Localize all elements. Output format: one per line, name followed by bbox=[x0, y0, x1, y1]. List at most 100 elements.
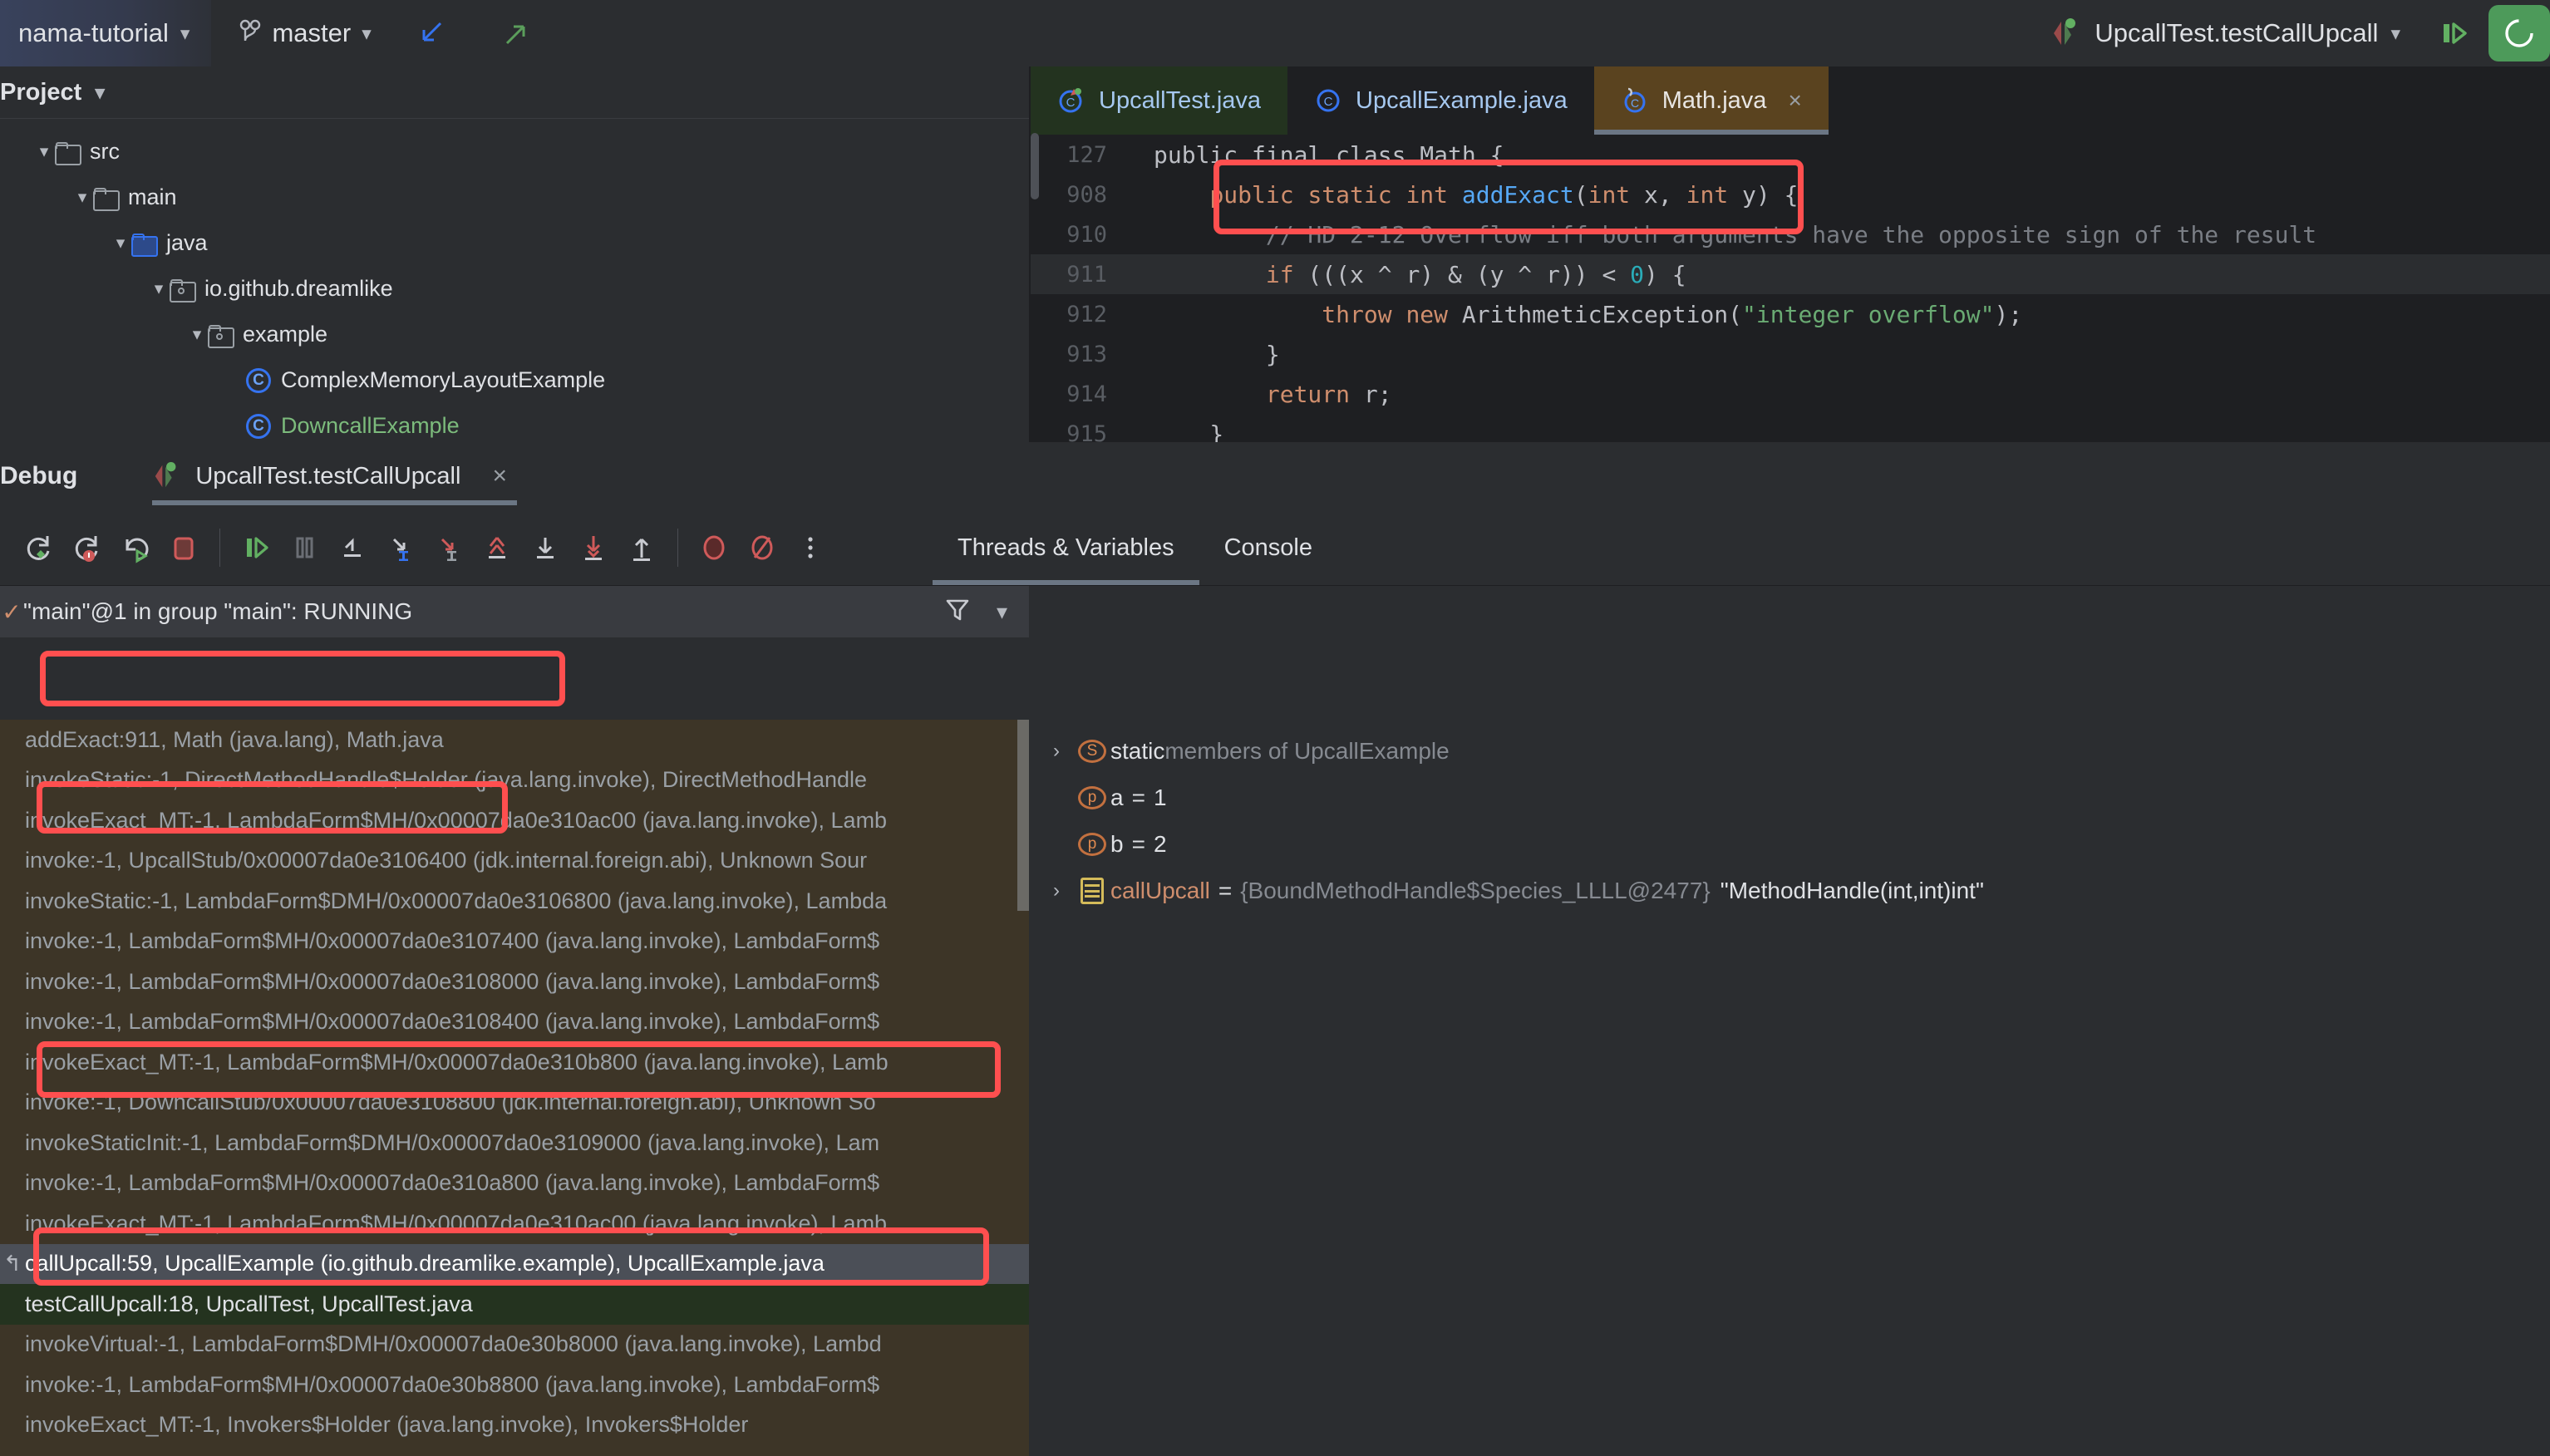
project-panel-header[interactable]: Project ▾ bbox=[0, 66, 1029, 118]
debug-session-tab[interactable]: UpcallTest.testCallUpcall × bbox=[142, 442, 517, 510]
frame-row[interactable]: invoke:-1, LambdaForm$MH/0x00007da0e3107… bbox=[0, 922, 1029, 962]
line-number: 912 bbox=[1031, 302, 1130, 327]
pause-program-icon[interactable] bbox=[280, 524, 328, 572]
chevron-down-icon[interactable]: ▾ bbox=[997, 601, 1007, 622]
panel-splitter[interactable] bbox=[1029, 720, 1039, 1456]
frame-row[interactable]: invoke:-1, LambdaForm$MH/0x00007da0e3108… bbox=[0, 962, 1029, 1002]
frame-row[interactable]: invoke:-1, LambdaForm$MH/0x00007da0e30b8… bbox=[0, 1365, 1029, 1405]
close-icon[interactable]: × bbox=[1788, 87, 1801, 114]
step-out-icon[interactable] bbox=[521, 524, 569, 572]
project-tool-window: Project ▾ ▾ src ▾ main ▾ java ▾ bbox=[0, 66, 1029, 442]
show-execution-point-icon[interactable] bbox=[328, 524, 377, 572]
drop-frame-icon[interactable] bbox=[569, 524, 618, 572]
rerun-icon[interactable] bbox=[15, 524, 63, 572]
tree-item-example[interactable]: ▾ example bbox=[0, 312, 1029, 357]
editor-scrollbar[interactable] bbox=[1031, 133, 1039, 199]
tab-upcalltest-java[interactable]: C UpcallTest.java bbox=[1031, 66, 1287, 135]
variable-name: callUpcall bbox=[1110, 878, 1210, 904]
svg-text:C: C bbox=[1631, 96, 1639, 110]
tab-upcallexample-java[interactable]: C UpcallExample.java bbox=[1287, 66, 1594, 135]
run-config-name: UpcallTest.testCallUpcall bbox=[2095, 18, 2378, 48]
project-selector[interactable]: nama-tutorial ▾ bbox=[0, 0, 211, 66]
step-over-icon[interactable] bbox=[377, 524, 425, 572]
chevron-down-icon[interactable]: ▾ bbox=[110, 233, 131, 253]
variable-row-callupcall[interactable]: › callUpcall = {BoundMethodHandle$Specie… bbox=[1039, 868, 2550, 914]
force-step-into-icon[interactable] bbox=[473, 524, 521, 572]
tree-item-label: io.github.dreamlike bbox=[204, 276, 393, 302]
chevron-down-icon[interactable]: ▾ bbox=[186, 324, 208, 345]
branch-selector[interactable]: master ▾ bbox=[239, 18, 371, 48]
view-breakpoints-icon[interactable] bbox=[690, 524, 738, 572]
run-icon[interactable] bbox=[2488, 5, 2550, 61]
tab-label: UpcallTest.java bbox=[1099, 87, 1261, 115]
tree-item-io-github-dreamlike[interactable]: ▾ io.github.dreamlike bbox=[0, 266, 1029, 312]
tab-console[interactable]: Console bbox=[1199, 510, 1337, 585]
tree-item-main[interactable]: ▾ main bbox=[0, 175, 1029, 220]
run-configuration-selector[interactable]: UpcallTest.testCallUpcall ▾ bbox=[2032, 17, 2419, 50]
frame-row[interactable]: invokeStatic:-1, LambdaForm$DMH/0x00007d… bbox=[0, 881, 1029, 922]
stop-icon[interactable] bbox=[160, 524, 208, 572]
thread-selector[interactable]: ✓ "main"@1 in group "main": RUNNING ▾ bbox=[0, 586, 1029, 637]
java-test-class-icon: C bbox=[1057, 86, 1085, 115]
chevron-down-icon[interactable]: ▾ bbox=[33, 141, 55, 162]
frame-row-selected[interactable]: ↰ callUpcall:59, UpcallExample (io.githu… bbox=[0, 1244, 1029, 1285]
resume-from-icon[interactable] bbox=[111, 524, 160, 572]
git-push-icon[interactable] bbox=[486, 19, 548, 47]
step-into-icon[interactable] bbox=[425, 524, 473, 572]
frame-row[interactable]: invokeVirtual:-1, LambdaForm$DMH/0x00007… bbox=[0, 1325, 1029, 1365]
chevron-down-icon[interactable]: ▾ bbox=[71, 187, 93, 208]
frame-label: invoke:-1, UpcallStub/0x00007da0e3106400… bbox=[25, 848, 867, 873]
frames-scrollbar[interactable] bbox=[1017, 720, 1029, 911]
chevron-right-icon[interactable]: › bbox=[1039, 740, 1074, 763]
debug-session-name: UpcallTest.testCallUpcall bbox=[195, 463, 460, 490]
frame-row[interactable]: invoke:-1, LambdaForm$MH/0x00007da0e310a… bbox=[0, 1163, 1029, 1204]
project-panel-title: Project bbox=[0, 79, 81, 106]
tree-item-java[interactable]: ▾ java bbox=[0, 220, 1029, 266]
more-options-icon[interactable] bbox=[786, 524, 834, 572]
frame-row[interactable]: invoke:-1, DowncallStub/0x00007da0e31088… bbox=[0, 1083, 1029, 1124]
tree-item-complexmemorylayoutexample[interactable]: C ComplexMemoryLayoutExample bbox=[0, 357, 1029, 403]
call-stack-frames[interactable]: addExact:911, Math (java.lang), Math.jav… bbox=[0, 720, 1029, 1456]
resume-program-icon[interactable] bbox=[232, 524, 280, 572]
frame-label: invokeExact_MT:-1, LambdaForm$MH/0x00007… bbox=[25, 808, 887, 834]
run-to-cursor-icon[interactable] bbox=[618, 524, 666, 572]
variable-row-a[interactable]: p a = 1 bbox=[1039, 775, 2550, 821]
variable-row-b[interactable]: p b = 2 bbox=[1039, 821, 2550, 868]
code-line-current: 911 if (((x ^ r) & (y ^ r)) < 0) { bbox=[1031, 254, 2550, 294]
frame-row[interactable]: invokeExact_MT:-1, Invokers$Holder (java… bbox=[0, 1405, 1029, 1446]
variable-row-static[interactable]: › S static members of UpcallExample bbox=[1039, 728, 2550, 775]
frame-row[interactable]: testCallUpcall:18, UpcallTest, UpcallTes… bbox=[0, 1284, 1029, 1325]
variable-value: 2 bbox=[1154, 831, 1167, 858]
frame-row[interactable]: invoke:-1, LambdaForm$MH/0x00007da0e3108… bbox=[0, 1002, 1029, 1043]
code-viewer[interactable]: 127 public final class Math { 908 public… bbox=[1031, 135, 2550, 442]
resume-program-icon[interactable] bbox=[2419, 15, 2488, 52]
line-number: 914 bbox=[1031, 381, 1130, 407]
frame-row[interactable]: invokeStatic:-1, DirectMethodHandle$Hold… bbox=[0, 760, 1029, 801]
chevron-down-icon[interactable]: ▾ bbox=[95, 83, 105, 102]
equals-sign: = bbox=[1210, 878, 1240, 904]
frame-row[interactable]: invokeExact_MT:-1, LambdaForm$MH/0x00007… bbox=[0, 1203, 1029, 1244]
tree-item-src[interactable]: ▾ src bbox=[0, 129, 1029, 175]
git-pull-icon[interactable] bbox=[400, 19, 461, 47]
filter-icon[interactable] bbox=[943, 596, 972, 628]
tab-math-java[interactable]: C Math.java × bbox=[1594, 66, 1829, 135]
mute-breakpoints-icon[interactable] bbox=[738, 524, 786, 572]
frame-row[interactable]: invokeExact_MT:-1, LambdaForm$MH/0x00007… bbox=[0, 1042, 1029, 1083]
frame-label: invokeVirtual:-1, LambdaForm$DMH/0x00007… bbox=[25, 1331, 882, 1357]
close-icon[interactable]: × bbox=[492, 462, 507, 490]
frame-row[interactable]: invoke:-1, UpcallStub/0x00007da0e3106400… bbox=[0, 841, 1029, 882]
variables-panel[interactable]: › S static members of UpcallExample p a … bbox=[1039, 720, 2550, 1456]
line-number: 127 bbox=[1031, 142, 1130, 168]
main-toolbar: nama-tutorial ▾ master ▾ bbox=[0, 0, 2550, 66]
frame-label: addExact:911, Math (java.lang), Math.jav… bbox=[25, 727, 444, 753]
frame-row[interactable]: invokeStaticInit:-1, LambdaForm$DMH/0x00… bbox=[0, 1123, 1029, 1163]
chevron-right-icon[interactable]: › bbox=[1039, 879, 1074, 903]
frame-row[interactable]: addExact:911, Math (java.lang), Math.jav… bbox=[0, 720, 1029, 760]
static-members-icon: S bbox=[1074, 740, 1110, 763]
tab-threads-and-variables[interactable]: Threads & Variables bbox=[933, 510, 1199, 585]
chevron-down-icon[interactable]: ▾ bbox=[148, 278, 170, 299]
variable-value-string: "MethodHandle(int,int)int" bbox=[1711, 878, 1984, 904]
frame-row[interactable]: invokeExact_MT:-1, LambdaForm$MH/0x00007… bbox=[0, 800, 1029, 841]
tree-item-label: main bbox=[128, 184, 177, 210]
rerun-failed-tests-icon[interactable] bbox=[63, 524, 111, 572]
